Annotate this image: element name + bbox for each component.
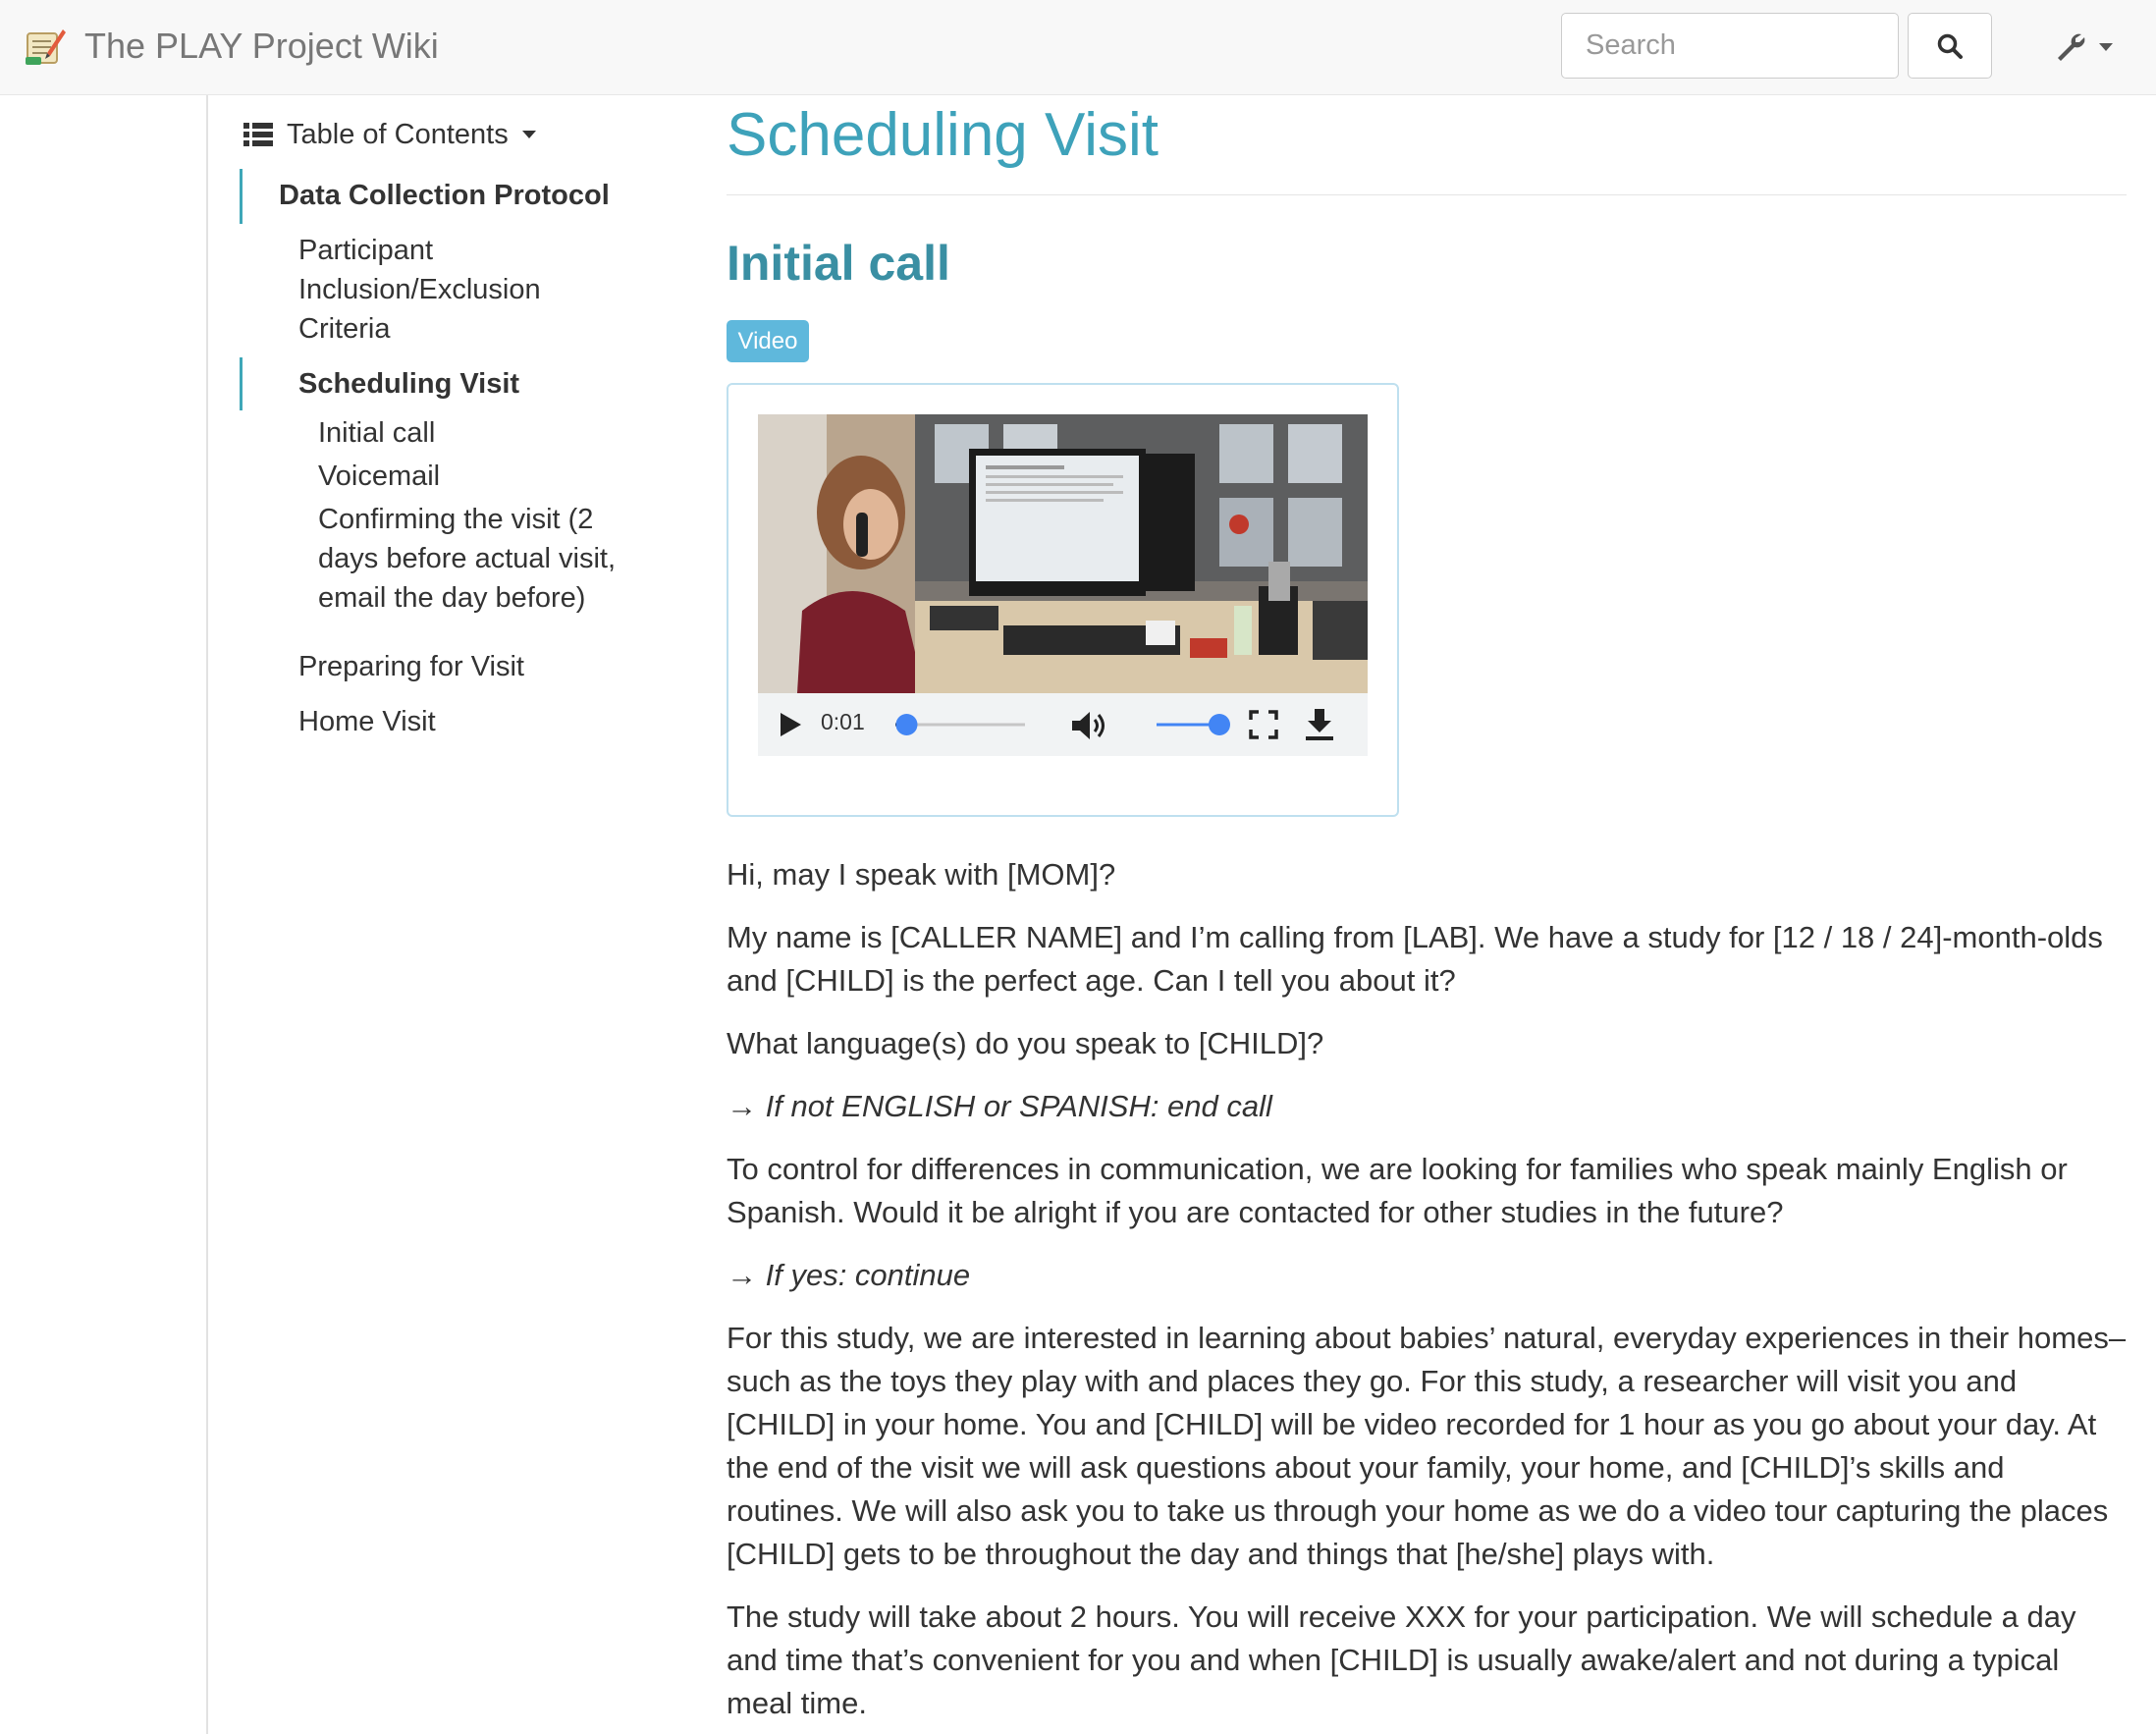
- paragraph: My name is [CALLER NAME] and I’m calling…: [727, 920, 2103, 998]
- toc-item-initial-call[interactable]: Initial call: [318, 413, 652, 453]
- toc-header-label: Table of Contents: [287, 118, 509, 150]
- article-body: Hi, may I speak with [MOM]? My name is […: [727, 853, 2127, 1734]
- tools-dropdown[interactable]: [2054, 24, 2113, 71]
- search-button[interactable]: [1908, 13, 1992, 79]
- toc-item-data-collection-protocol[interactable]: Data Collection Protocol: [279, 176, 652, 215]
- chevron-down-icon: [2099, 43, 2113, 51]
- wrench-icon: [2058, 33, 2085, 61]
- toc-active-indicator: [240, 357, 243, 410]
- page-title: Scheduling Visit: [727, 101, 1159, 169]
- fullscreen-icon[interactable]: [1249, 710, 1278, 739]
- section-title: Initial call: [727, 236, 950, 291]
- instruction-note: → If yes: continue: [727, 1258, 971, 1292]
- video-frame-image: [758, 414, 1368, 693]
- toc-item-preparing-for-visit[interactable]: Preparing for Visit: [298, 647, 652, 686]
- video-badge: Video: [727, 320, 809, 362]
- video-time: 0:01: [821, 709, 865, 734]
- paragraph: Hi, may I speak with [MOM]?: [727, 857, 1116, 892]
- paragraph: The study will take about 2 hours. You w…: [727, 1599, 2076, 1720]
- toc-active-indicator: [240, 169, 243, 224]
- progress-slider[interactable]: [891, 711, 1029, 738]
- left-sidebar: [0, 95, 208, 1734]
- volume-icon[interactable]: [1070, 709, 1109, 742]
- instruction-note: → If not ENGLISH or SPANISH: end call: [727, 1089, 1272, 1123]
- video-controls: 0:01: [758, 693, 1368, 756]
- navbar: The PLAY Project Wiki: [0, 0, 2156, 95]
- search-input[interactable]: [1561, 13, 1899, 79]
- play-icon[interactable]: [778, 711, 803, 738]
- video-panel: 0:01: [727, 383, 1399, 817]
- toc-item-scheduling-visit[interactable]: Scheduling Visit: [298, 364, 652, 404]
- divider: [727, 194, 2127, 195]
- list-icon: [243, 123, 273, 146]
- wiki-logo-icon: [26, 29, 66, 65]
- download-icon[interactable]: [1304, 707, 1335, 742]
- paragraph: What language(s) do you speak to [CHILD]…: [727, 1026, 1324, 1060]
- volume-slider[interactable]: [1155, 711, 1233, 738]
- toc-item-participant-criteria[interactable]: Participant Inclusion/Exclusion Criteria: [298, 231, 583, 349]
- paragraph: To control for differences in communicat…: [727, 1152, 2068, 1229]
- search-icon: [1937, 33, 1963, 59]
- brand-title: The PLAY Project Wiki: [84, 26, 439, 66]
- toc-item-confirming-visit[interactable]: Confirming the visit (2 days before actu…: [318, 500, 652, 618]
- chevron-down-icon: [521, 131, 536, 138]
- toc-item-voicemail[interactable]: Voicemail: [318, 457, 652, 496]
- brand-link[interactable]: The PLAY Project Wiki: [22, 22, 439, 71]
- toc-item-home-visit[interactable]: Home Visit: [298, 702, 652, 741]
- toc-header[interactable]: Table of Contents: [243, 115, 536, 154]
- paragraph: For this study, we are interested in lea…: [727, 1321, 2127, 1571]
- video-player[interactable]: [758, 414, 1368, 693]
